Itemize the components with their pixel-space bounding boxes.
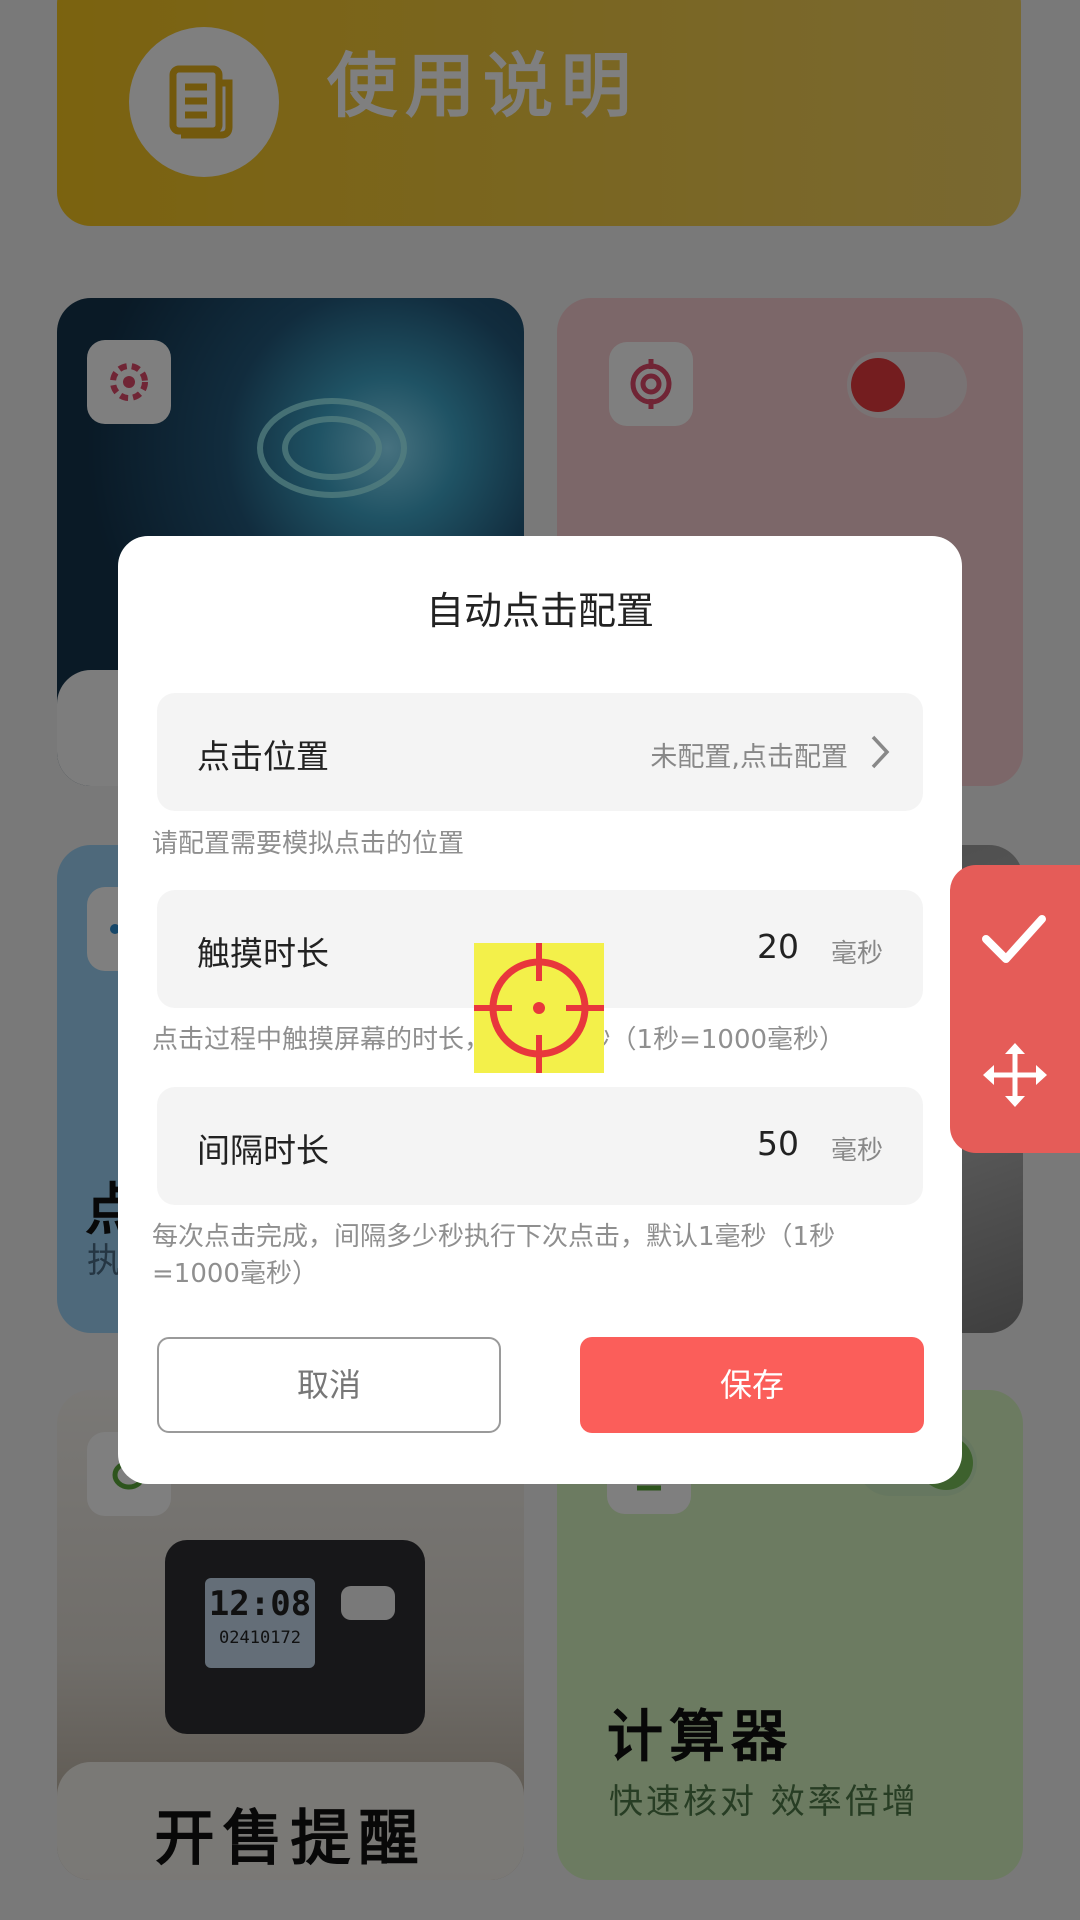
interval-duration-row: 间隔时长 50 毫秒 <box>157 1087 923 1205</box>
interval-duration-label: 间隔时长 <box>197 1131 329 1170</box>
move-icon[interactable] <box>980 1040 1050 1114</box>
dialog-title: 自动点击配置 <box>425 589 654 633</box>
interval-duration-hint: 每次点击完成，间隔多少秒执行下次点击，默认1毫秒（1秒 =1000毫秒） <box>152 1219 932 1293</box>
save-button[interactable]: 保存 <box>580 1337 924 1433</box>
touch-duration-input[interactable]: 20 <box>757 927 799 966</box>
click-position-hint: 请配置需要模拟点击的位置 <box>152 829 465 859</box>
click-position-label: 点击位置 <box>197 737 329 776</box>
floating-control-panel <box>950 865 1080 1153</box>
chevron-right-icon <box>869 734 891 774</box>
cancel-button[interactable]: 取消 <box>157 1337 501 1433</box>
interval-duration-input[interactable]: 50 <box>757 1124 799 1163</box>
touch-duration-label: 触摸时长 <box>197 934 329 973</box>
click-position-value[interactable]: 未配置,点击配置 <box>650 735 848 774</box>
crosshair-target-icon[interactable] <box>474 943 604 1073</box>
interval-duration-hint-line1: 每次点击完成，间隔多少秒执行下次点击，默认1毫秒（1秒 <box>152 1222 836 1252</box>
touch-duration-unit: 毫秒 <box>830 939 883 969</box>
interval-duration-hint-line2: =1000毫秒） <box>152 1259 318 1289</box>
check-icon[interactable] <box>982 913 1046 969</box>
click-position-row[interactable]: 点击位置 未配置,点击配置 <box>157 693 923 811</box>
interval-duration-unit: 毫秒 <box>830 1136 883 1166</box>
